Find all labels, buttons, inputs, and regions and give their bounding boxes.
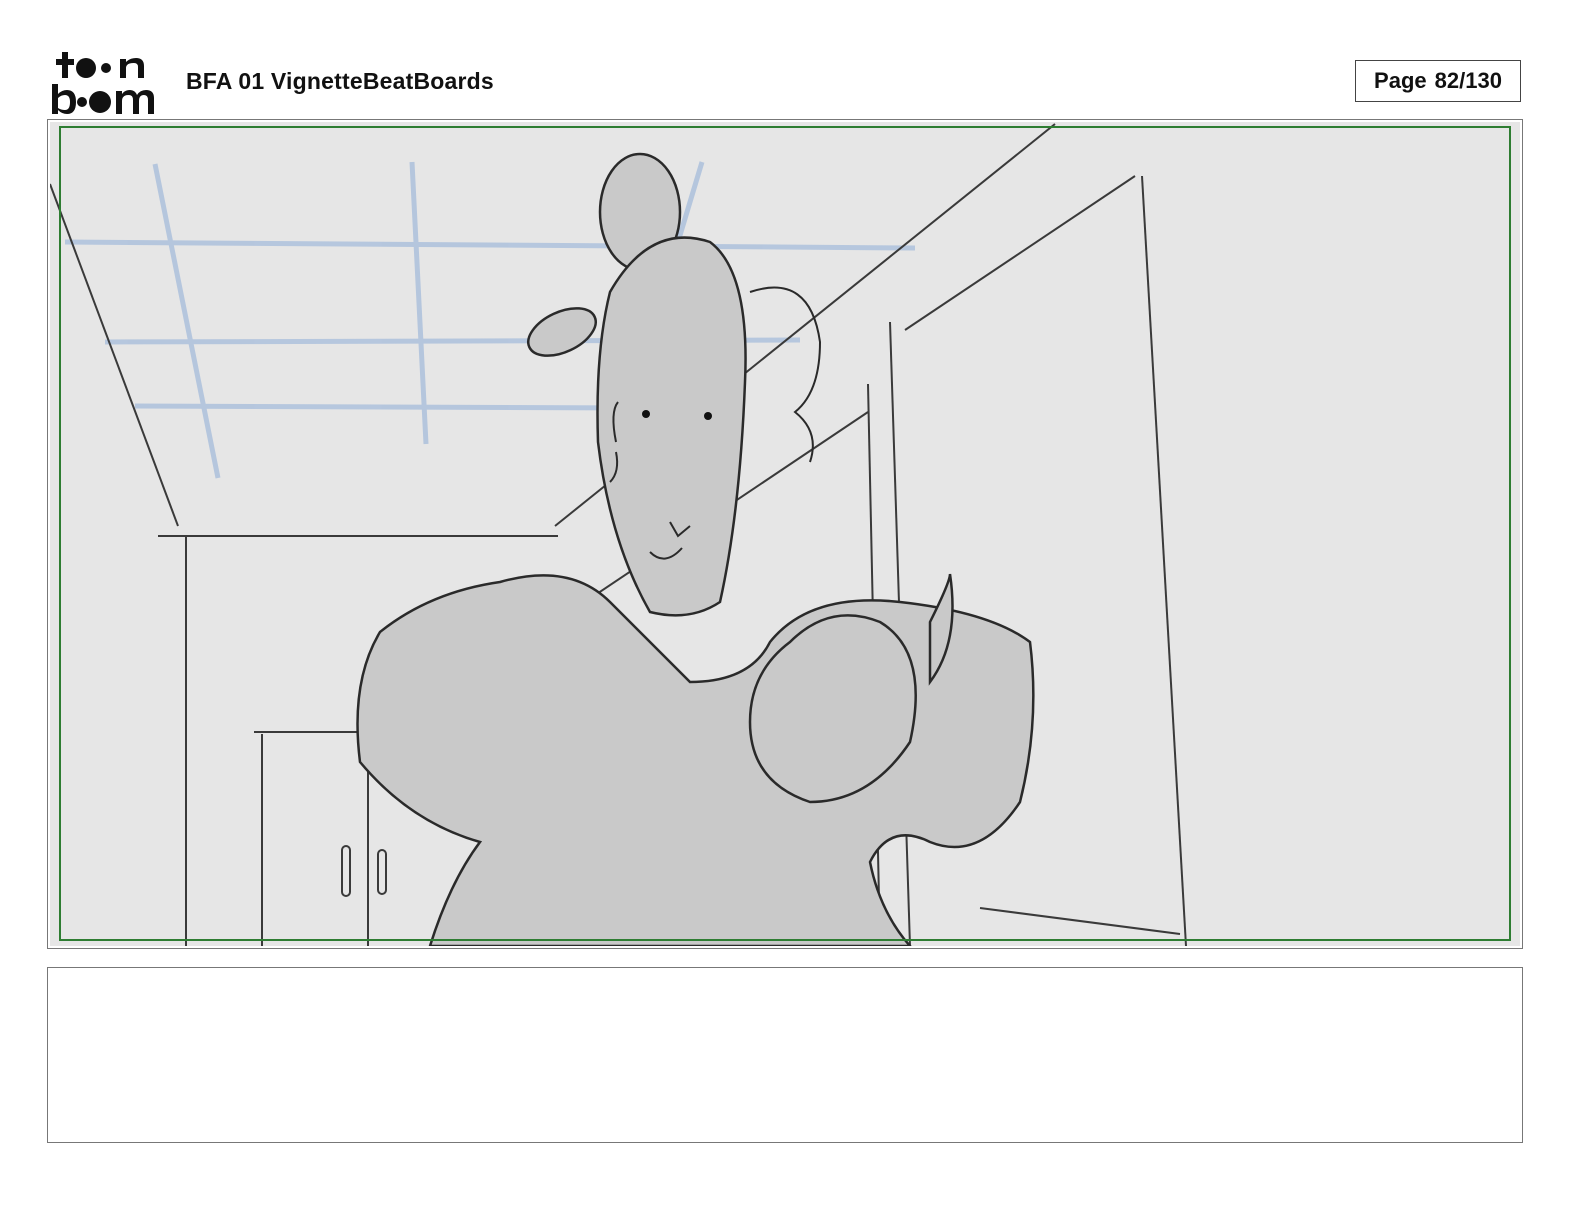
storyboard-panel-image — [50, 122, 1520, 946]
page-number: 82/130 — [1434, 68, 1502, 93]
storyboard-sketch — [50, 123, 1187, 946]
page-label: Page — [1374, 68, 1427, 93]
page-indicator: Page 82/130 — [1355, 60, 1521, 102]
document-title: BFA 01 VignetteBeatBoards — [186, 68, 494, 94]
toonboom-logo — [52, 52, 154, 114]
panel-notes-box[interactable] — [47, 967, 1523, 1143]
